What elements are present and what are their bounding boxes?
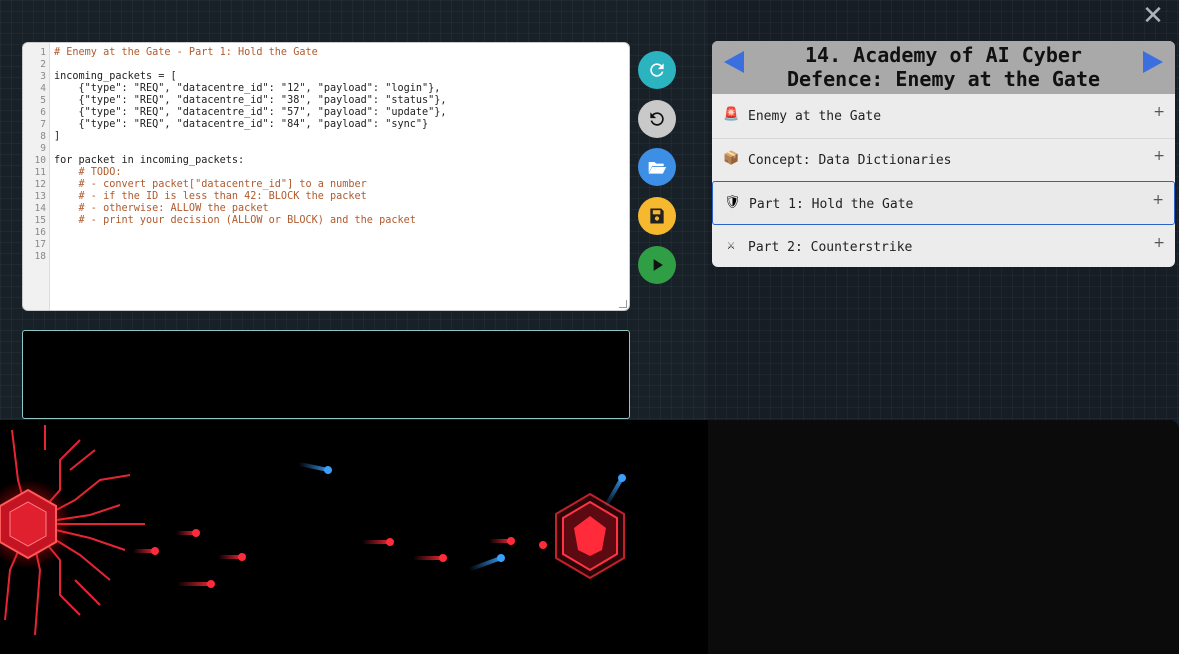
code-line[interactable]: # - convert packet["datacentre_id"] to a… xyxy=(54,179,367,191)
code-line[interactable]: {"type": "REQ", "datacentre_id": "57", "… xyxy=(54,107,447,119)
lesson-item[interactable]: 🛡 Part 1: Hold the Gate + xyxy=(712,181,1175,225)
lesson-item-label: Concept: Data Dictionaries xyxy=(748,153,952,168)
code-line[interactable]: {"type": "REQ", "datacentre_id": "12", "… xyxy=(54,83,441,95)
blue-packet xyxy=(468,554,505,571)
expand-icon[interactable]: + xyxy=(1153,104,1165,120)
code-editor[interactable]: 1 2 3 4 5 6 7 8 9 10 11 12 13 14 15 16 17 18 # Enemy at t… xyxy=(22,42,630,311)
lesson-panel: 14. Academy of AI Cyber Defence: Enemy a… xyxy=(712,41,1175,267)
previous-lesson-arrow-icon[interactable] xyxy=(724,51,744,73)
code-line[interactable]: for packet in incoming_packets: xyxy=(54,155,244,167)
package-icon: 📦 xyxy=(723,151,740,166)
red-packet xyxy=(176,529,200,537)
code-line[interactable]: incoming_packets = [ xyxy=(54,71,177,83)
blue-packet xyxy=(604,474,626,508)
red-packet xyxy=(133,547,159,555)
run-button[interactable] xyxy=(638,246,676,284)
line-number: 4 xyxy=(40,83,46,94)
lesson-item-label: Enemy at the Gate xyxy=(748,109,882,124)
code-line[interactable]: {"type": "REQ", "datacentre_id": "38", "… xyxy=(54,95,447,107)
code-line[interactable]: # - print your decision (ALLOW or BLOCK)… xyxy=(54,215,416,227)
play-icon xyxy=(653,259,663,271)
undo-icon xyxy=(650,112,664,126)
code-line[interactable]: ] xyxy=(54,131,60,143)
lesson-item-label: Part 1: Hold the Gate xyxy=(749,197,914,212)
code-line[interactable]: # - if the ID is less than 42: BLOCK the… xyxy=(54,191,367,203)
folder-open-icon xyxy=(648,162,667,174)
line-number: 11 xyxy=(34,167,46,178)
line-number: 5 xyxy=(40,95,46,106)
code-line[interactable]: # Enemy at the Gate - Part 1: Hold the G… xyxy=(54,47,318,59)
expand-icon[interactable]: + xyxy=(1152,192,1164,208)
code-line[interactable]: # - otherwise: ALLOW the packet xyxy=(54,203,269,215)
resize-handle[interactable] xyxy=(619,300,627,308)
refresh-button[interactable] xyxy=(638,51,676,89)
lesson-header: 14. Academy of AI Cyber Defence: Enemy a… xyxy=(712,41,1175,94)
lesson-title: 14. Academy of AI Cyber Defence: Enemy a… xyxy=(786,43,1101,91)
reset-button[interactable] xyxy=(638,100,676,138)
line-number: 17 xyxy=(34,239,46,250)
code-line[interactable]: {"type": "REQ", "datacentre_id": "84", "… xyxy=(54,119,429,131)
game-dim-overlay xyxy=(708,420,1179,654)
line-number: 9 xyxy=(40,143,46,154)
red-packet xyxy=(362,538,394,546)
close-button[interactable]: ✕ xyxy=(1142,3,1164,29)
siren-icon: 🚨 xyxy=(723,107,740,122)
red-packet xyxy=(177,580,215,588)
line-number: 12 xyxy=(34,179,46,190)
lesson-item[interactable]: 🚨 Enemy at the Gate + xyxy=(712,94,1175,138)
line-number: 7 xyxy=(40,119,46,130)
console-output xyxy=(22,330,630,419)
gate-node xyxy=(555,492,625,580)
red-packet xyxy=(413,554,447,562)
game-canvas xyxy=(0,420,1179,654)
refresh-icon xyxy=(650,63,664,77)
expand-icon[interactable]: + xyxy=(1153,148,1165,164)
lesson-item-label: Part 2: Counterstrike xyxy=(748,240,913,255)
blue-packet xyxy=(298,462,332,474)
expand-icon[interactable]: + xyxy=(1153,235,1165,251)
line-number-gutter: 1 2 3 4 5 6 7 8 9 10 11 12 13 14 15 16 17 18 xyxy=(23,43,50,310)
line-number: 3 xyxy=(40,71,46,82)
line-number: 15 xyxy=(34,215,46,226)
line-number: 6 xyxy=(40,107,46,118)
line-number: 16 xyxy=(34,227,46,238)
line-number: 18 xyxy=(34,251,46,262)
next-lesson-arrow-icon[interactable] xyxy=(1143,51,1163,73)
save-button[interactable] xyxy=(638,197,676,235)
red-packet xyxy=(218,553,246,561)
gate-spark xyxy=(539,541,547,549)
line-number: 13 xyxy=(34,191,46,202)
crossed-swords-icon: ⚔ xyxy=(727,238,735,253)
save-icon xyxy=(650,208,664,224)
lesson-item[interactable]: ⚔ Part 2: Counterstrike + xyxy=(712,225,1175,267)
code-line[interactable]: # TODO: xyxy=(54,167,122,179)
line-number: 8 xyxy=(40,131,46,142)
lesson-item[interactable]: 📦 Concept: Data Dictionaries + xyxy=(712,138,1175,182)
shield-icon: 🛡 xyxy=(724,195,741,210)
red-packet xyxy=(489,537,515,545)
line-number: 2 xyxy=(40,59,46,70)
line-number: 10 xyxy=(34,155,46,166)
open-button[interactable] xyxy=(638,148,676,186)
line-number: 14 xyxy=(34,203,46,214)
line-number: 1 xyxy=(40,47,46,58)
